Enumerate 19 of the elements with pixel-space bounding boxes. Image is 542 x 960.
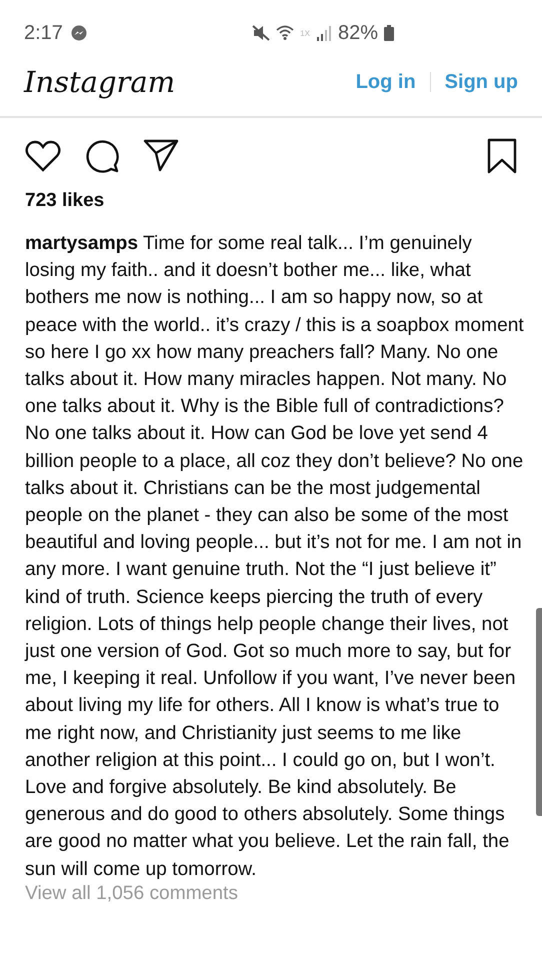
header-link[interactable]: Sign up — [444, 70, 518, 94]
clock-time: 2:17 — [24, 22, 63, 44]
instagram-logo: Instagram — [24, 65, 176, 99]
signal-icon — [316, 25, 332, 41]
messenger-icon — [70, 25, 87, 41]
username-link[interactable]: martysamps — [25, 233, 138, 254]
mute-icon — [252, 25, 270, 41]
comment-icon[interactable] — [85, 139, 119, 173]
bookmark-icon[interactable] — [487, 138, 517, 174]
heart-icon[interactable] — [25, 140, 61, 172]
wifi-icon — [276, 24, 294, 42]
view-comments-link[interactable]: View all 1,056 comments — [25, 882, 238, 905]
battery-icon — [384, 25, 394, 41]
network-label: 1X — [300, 28, 310, 38]
paper-plane-icon[interactable] — [143, 139, 179, 173]
battery-percent: 82% — [338, 22, 378, 44]
likes-count: 723 likes — [24, 189, 106, 212]
header-link[interactable]: Log in — [356, 70, 416, 94]
post-caption: martysamps Time for some real talk... I’m genuinely losing my faith.. and it doesn’t bother me... like, what bothers me now is nothing... I am so happy now, so at peace with the world.. it’s crazy / this is a soapbox moment so here I go xx how many preachers fall? Many. No one talks about it. How many miracles happen. Not many. No one talks about it. Why is the Bible full of contradictions? No one talks about it. How can God be love yet send 4 billion people to a place, all coz they don’t believe? No one talks about it. Christians can be the most judgemental people on the planet - they can also be some of the most beautiful and loving people... but it’s not for me. I am not in any more. I want genuine truth. Not the “I just believe it” kind of truth. Science keeps piercing the truth of every religion. Lots of things help people change their lives, not just one version of God. Got so much more to say, but for me, I keeping it real. Unfollow if you want, I’ve never been about living my life for others. All I know is what’s true to me right now, and Christianity just seems to me like another religion at this point... I could go on, but I won’t. Love and forgive absolutely. Be kind absolutely. Be generous and do good to others absolutely. Some things are good no matter what you believe. Let the rain fall, the sun will come up tomorrow. — [25, 232, 524, 882]
